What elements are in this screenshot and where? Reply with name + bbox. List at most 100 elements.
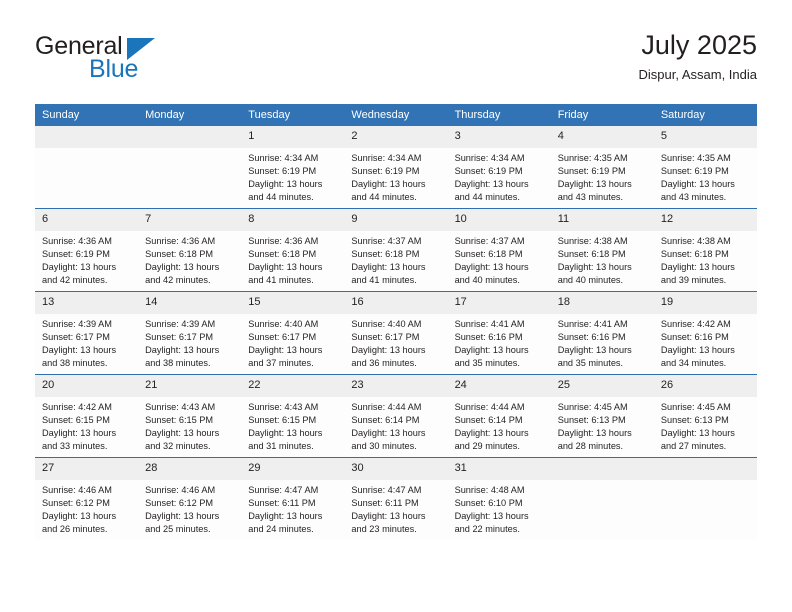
day-number: 19 (653, 292, 757, 314)
calendar-day-cell[interactable]: 28 Sunrise: 4:46 AM Sunset: 6:12 PM Dayligh… (138, 457, 242, 540)
calendar-body: 1 Sunrise: 4:34 AM Sunset: 6:19 PM Daylight… (35, 126, 757, 540)
day-details: Sunrise: 4:38 AM Sunset: 6:18 PM Daylight:… (654, 231, 757, 287)
calendar-day-cell-empty (138, 126, 242, 209)
calendar-day-cell[interactable]: 19 Sunrise: 4:42 AM Sunset: 6:16 PM Dayligh… (653, 291, 757, 375)
day-details: Sunrise: 4:36 AM Sunset: 6:18 PM Daylight:… (241, 231, 344, 287)
calendar-day-cell[interactable]: 1 Sunrise: 4:34 AM Sunset: 6:19 PM Daylight… (241, 126, 345, 209)
day-details: Sunrise: 4:39 AM Sunset: 6:17 PM Daylight:… (138, 314, 241, 370)
calendar-day-cell[interactable]: 20 Sunrise: 4:42 AM Sunset: 6:15 PM Dayligh… (35, 374, 139, 458)
sunrise-text: Sunrise: 4:39 AM (42, 319, 112, 329)
calendar-day-cell[interactable]: 25 Sunrise: 4:45 AM Sunset: 6:13 PM Dayligh… (550, 374, 654, 458)
calendar-day-cell[interactable]: 24 Sunrise: 4:44 AM Sunset: 6:14 PM Dayligh… (447, 374, 551, 458)
calendar-day-cell[interactable]: 31 Sunrise: 4:48 AM Sunset: 6:10 PM Dayligh… (447, 457, 551, 540)
calendar-day-cell[interactable]: 26 Sunrise: 4:45 AM Sunset: 6:13 PM Dayligh… (653, 374, 757, 458)
sunrise-text: Sunrise: 4:43 AM (145, 402, 216, 412)
daylight-text: Daylight: 13 hours and 42 minutes. (42, 262, 117, 286)
day-details: Sunrise: 4:40 AM Sunset: 6:17 PM Daylight:… (241, 314, 344, 370)
sunset-text: Sunset: 6:15 PM (145, 415, 214, 426)
calendar-day-cell[interactable]: 11 Sunrise: 4:38 AM Sunset: 6:18 PM Dayligh… (550, 208, 654, 292)
calendar-day-cell[interactable]: 2 Sunrise: 4:34 AM Sunset: 6:19 PM Daylight… (344, 126, 448, 209)
calendar-day-cell[interactable]: 16 Sunrise: 4:40 AM Sunset: 6:17 PM Dayligh… (344, 291, 448, 375)
sunrise-text: Sunrise: 4:37 AM (454, 236, 525, 246)
sunset-text: Sunset: 6:16 PM (454, 332, 523, 343)
daylight-text: Daylight: 13 hours and 37 minutes. (248, 345, 323, 369)
weekday-header-wednesday: Wednesday (344, 104, 448, 126)
day-details: Sunrise: 4:37 AM Sunset: 6:18 PM Daylight:… (448, 231, 551, 287)
day-number (35, 126, 139, 148)
day-details: Sunrise: 4:34 AM Sunset: 6:19 PM Daylight:… (344, 148, 447, 204)
calendar-day-cell[interactable]: 18 Sunrise: 4:41 AM Sunset: 6:16 PM Dayligh… (550, 291, 654, 375)
daylight-text: Daylight: 13 hours and 35 minutes. (557, 345, 632, 369)
sunrise-text: Sunrise: 4:42 AM (660, 319, 731, 329)
calendar-day-cell[interactable]: 9 Sunrise: 4:37 AM Sunset: 6:18 PM Daylight… (344, 208, 448, 292)
weekday-header-tuesday: Tuesday (241, 104, 345, 126)
sunrise-text: Sunrise: 4:44 AM (454, 402, 525, 412)
sunrise-text: Sunrise: 4:45 AM (660, 402, 731, 412)
calendar-day-cell[interactable]: 29 Sunrise: 4:47 AM Sunset: 6:11 PM Dayligh… (241, 457, 345, 540)
sunset-text: Sunset: 6:19 PM (660, 166, 729, 177)
sunset-text: Sunset: 6:19 PM (351, 166, 420, 177)
sunrise-text: Sunrise: 4:45 AM (557, 402, 628, 412)
calendar-day-cell[interactable]: 4 Sunrise: 4:35 AM Sunset: 6:19 PM Daylight… (550, 126, 654, 209)
sunset-text: Sunset: 6:14 PM (454, 415, 523, 426)
day-details: Sunrise: 4:43 AM Sunset: 6:15 PM Daylight:… (241, 397, 344, 453)
day-number (138, 126, 242, 148)
sunrise-text: Sunrise: 4:46 AM (42, 485, 112, 495)
calendar-day-cell[interactable]: 23 Sunrise: 4:44 AM Sunset: 6:14 PM Dayligh… (344, 374, 448, 458)
calendar-day-cell[interactable]: 21 Sunrise: 4:43 AM Sunset: 6:15 PM Dayligh… (138, 374, 242, 458)
day-number: 30 (344, 458, 448, 480)
calendar-day-cell[interactable]: 12 Sunrise: 4:38 AM Sunset: 6:18 PM Dayligh… (653, 208, 757, 292)
sunset-text: Sunset: 6:19 PM (248, 166, 317, 177)
daylight-text: Daylight: 13 hours and 42 minutes. (145, 262, 220, 286)
calendar-day-cell[interactable]: 14 Sunrise: 4:39 AM Sunset: 6:17 PM Dayligh… (138, 291, 242, 375)
calendar-day-cell[interactable]: 5 Sunrise: 4:35 AM Sunset: 6:19 PM Daylight… (653, 126, 757, 209)
daylight-text: Daylight: 13 hours and 35 minutes. (454, 345, 529, 369)
daylight-text: Daylight: 13 hours and 36 minutes. (351, 345, 426, 369)
general-blue-logo[interactable]: General Blue (35, 32, 255, 88)
daylight-text: Daylight: 13 hours and 38 minutes. (145, 345, 220, 369)
calendar-day-cell[interactable]: 8 Sunrise: 4:36 AM Sunset: 6:18 PM Daylight… (241, 208, 345, 292)
calendar-day-cell[interactable]: 6 Sunrise: 4:36 AM Sunset: 6:19 PM Daylight… (35, 208, 139, 292)
day-details: Sunrise: 4:47 AM Sunset: 6:11 PM Daylight:… (344, 480, 447, 536)
calendar-day-cell[interactable]: 15 Sunrise: 4:40 AM Sunset: 6:17 PM Dayligh… (241, 291, 345, 375)
day-number: 8 (241, 209, 345, 231)
day-number: 26 (653, 375, 757, 397)
daylight-text: Daylight: 13 hours and 41 minutes. (248, 262, 323, 286)
calendar-day-cell[interactable]: 27 Sunrise: 4:46 AM Sunset: 6:12 PM Dayligh… (35, 457, 139, 540)
sunrise-text: Sunrise: 4:36 AM (248, 236, 319, 246)
day-details: Sunrise: 4:36 AM Sunset: 6:19 PM Daylight:… (35, 231, 138, 287)
weekday-header-friday: Friday (550, 104, 654, 126)
daylight-text: Daylight: 13 hours and 34 minutes. (660, 345, 735, 369)
sunrise-text: Sunrise: 4:46 AM (145, 485, 216, 495)
sunrise-text: Sunrise: 4:34 AM (454, 153, 525, 163)
page-subtitle: Dispur, Assam, India (638, 67, 758, 82)
calendar-day-cell[interactable]: 30 Sunrise: 4:47 AM Sunset: 6:11 PM Dayligh… (344, 457, 448, 540)
sunset-text: Sunset: 6:17 PM (248, 332, 317, 343)
sunset-text: Sunset: 6:18 PM (248, 249, 317, 260)
day-number: 14 (138, 292, 242, 314)
sunset-text: Sunset: 6:16 PM (660, 332, 729, 343)
day-details: Sunrise: 4:45 AM Sunset: 6:13 PM Daylight:… (551, 397, 654, 453)
daylight-text: Daylight: 13 hours and 33 minutes. (42, 428, 117, 452)
daylight-text: Daylight: 13 hours and 30 minutes. (351, 428, 426, 452)
calendar-week-row: 13 Sunrise: 4:39 AM Sunset: 6:17 PM Dayligh… (35, 291, 757, 375)
sunrise-text: Sunrise: 4:47 AM (248, 485, 319, 495)
day-number (653, 458, 757, 480)
calendar-day-cell-empty (35, 126, 139, 209)
sunrise-text: Sunrise: 4:44 AM (351, 402, 422, 412)
calendar-week-row: 1 Sunrise: 4:34 AM Sunset: 6:19 PM Daylight… (35, 126, 757, 209)
sunrise-text: Sunrise: 4:39 AM (145, 319, 216, 329)
day-number: 17 (447, 292, 551, 314)
calendar-week-row: 27 Sunrise: 4:46 AM Sunset: 6:12 PM Dayligh… (35, 457, 757, 540)
daylight-text: Daylight: 13 hours and 31 minutes. (248, 428, 323, 452)
sunset-text: Sunset: 6:11 PM (351, 498, 419, 509)
day-details: Sunrise: 4:47 AM Sunset: 6:11 PM Daylight:… (241, 480, 344, 536)
calendar-day-cell[interactable]: 3 Sunrise: 4:34 AM Sunset: 6:19 PM Daylight… (447, 126, 551, 209)
calendar-day-cell[interactable]: 7 Sunrise: 4:36 AM Sunset: 6:18 PM Daylight… (138, 208, 242, 292)
day-number: 23 (344, 375, 448, 397)
sunset-text: Sunset: 6:18 PM (660, 249, 729, 260)
calendar-day-cell[interactable]: 17 Sunrise: 4:41 AM Sunset: 6:16 PM Dayligh… (447, 291, 551, 375)
calendar-day-cell[interactable]: 13 Sunrise: 4:39 AM Sunset: 6:17 PM Dayligh… (35, 291, 139, 375)
calendar-day-cell[interactable]: 22 Sunrise: 4:43 AM Sunset: 6:15 PM Dayligh… (241, 374, 345, 458)
calendar-day-cell[interactable]: 10 Sunrise: 4:37 AM Sunset: 6:18 PM Dayligh… (447, 208, 551, 292)
